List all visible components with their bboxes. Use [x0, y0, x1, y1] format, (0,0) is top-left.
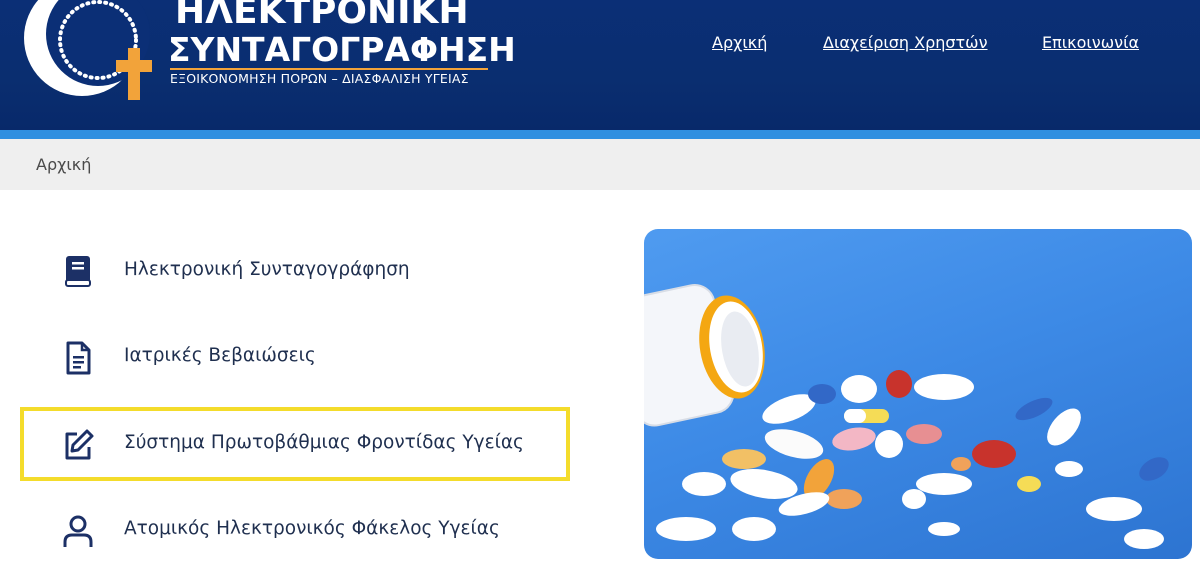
edit-icon [65, 429, 94, 460]
breadcrumb: Αρχική [0, 139, 1200, 190]
logo-subtitle: ΕΞΟΙΚΟΝΟΜΗΣΗ ΠΟΡΩΝ – ΔΙΑΣΦΑΛΙΣΗ ΥΓΕΙΑΣ [170, 71, 469, 86]
menu-item-medical-certificates[interactable]: Ιατρικές Βεβαιώσεις [20, 323, 572, 391]
menu-item-label: Ηλεκτρονική Συνταγογράφηση [124, 259, 410, 280]
document-icon [66, 341, 91, 375]
user-icon [63, 515, 93, 547]
logo-emblem-icon [24, 0, 152, 100]
nav-link-contact[interactable]: Επικοινωνία [1042, 33, 1139, 52]
logo-title-line1: ΗΛΕΚΤΡΟΝΙΚΗ [175, 0, 469, 32]
pills-illustration [644, 283, 1169, 549]
site-header: ΗΛΕΚΤΡΟΝΙΚΗ ΣΥΝΤΑΓΟΓΡΑΦΗΣΗ ΕΞΟΙΚΟΝΟΜΗΣΗ … [0, 0, 1200, 130]
menu-item-e-prescription[interactable]: Ηλεκτρονική Συνταγογράφηση [20, 237, 572, 305]
menu-item-label: Ιατρικές Βεβαιώσεις [124, 345, 316, 366]
menu-item-label: Ατομικός Ηλεκτρονικός Φάκελος Υγείας [124, 518, 500, 539]
site-logo[interactable]: ΗΛΕΚΤΡΟΝΙΚΗ ΣΥΝΤΑΓΟΓΡΑΦΗΣΗ ΕΞΟΙΚΟΝΟΜΗΣΗ … [20, 0, 516, 112]
nav-link-home[interactable]: Αρχική [712, 33, 767, 52]
nav-link-user-management[interactable]: Διαχείριση Χρηστών [823, 33, 988, 52]
main-nav: Αρχική Διαχείριση Χρηστών Επικοινωνία [0, 33, 1200, 53]
menu-item-health-record[interactable]: Ατομικός Ηλεκτρονικός Φάκελος Υγείας [20, 496, 572, 564]
hero-image-pills [644, 229, 1192, 559]
menu-item-primary-care-system[interactable]: Σύστημα Πρωτοβάθμιας Φροντίδας Υγείας [20, 410, 572, 478]
menu-item-label: Σύστημα Πρωτοβάθμιας Φροντίδας Υγείας [124, 432, 524, 453]
header-accent-stripe [0, 130, 1200, 139]
logo-divider [170, 68, 488, 70]
breadcrumb-current: Αρχική [36, 155, 92, 174]
book-icon [65, 256, 91, 287]
